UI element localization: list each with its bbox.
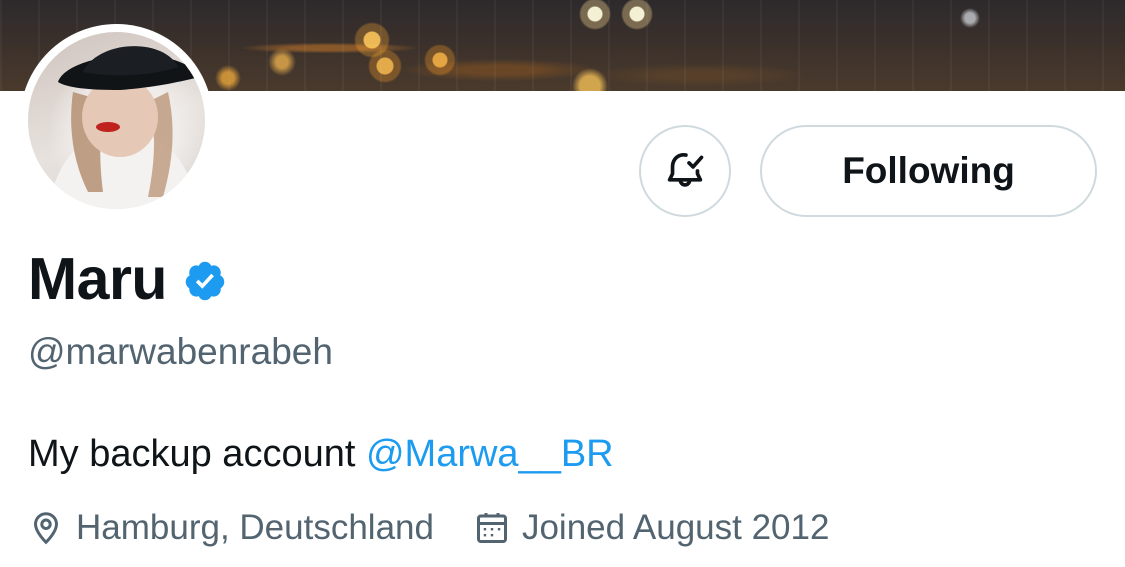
bell-check-icon <box>667 152 704 187</box>
verified-badge-icon[interactable] <box>183 259 227 303</box>
avatar[interactable] <box>28 32 205 209</box>
location-text: Hamburg, Deutschland <box>76 508 434 547</box>
username-handle: @marwabenrabeh <box>28 331 333 372</box>
display-name: Maru <box>28 246 167 312</box>
name-row: Maru <box>28 246 227 312</box>
bio-text: My backup account <box>28 433 366 475</box>
location-pin-icon <box>33 512 59 545</box>
location-item: Hamburg, Deutschland <box>28 506 434 550</box>
following-button[interactable]: Following <box>760 125 1097 217</box>
bio-mention-link[interactable]: @Marwa__BR <box>366 433 614 475</box>
calendar-icon <box>476 513 507 543</box>
joined-date-text: Joined August 2012 <box>521 508 830 547</box>
bio: My backup account @Marwa__BR <box>28 431 614 477</box>
profile-meta: Hamburg, Deutschland Joined August 2012 <box>28 506 829 550</box>
joined-item: Joined August 2012 <box>474 506 829 550</box>
notifications-button[interactable] <box>639 125 731 217</box>
avatar-photo <box>48 46 200 209</box>
